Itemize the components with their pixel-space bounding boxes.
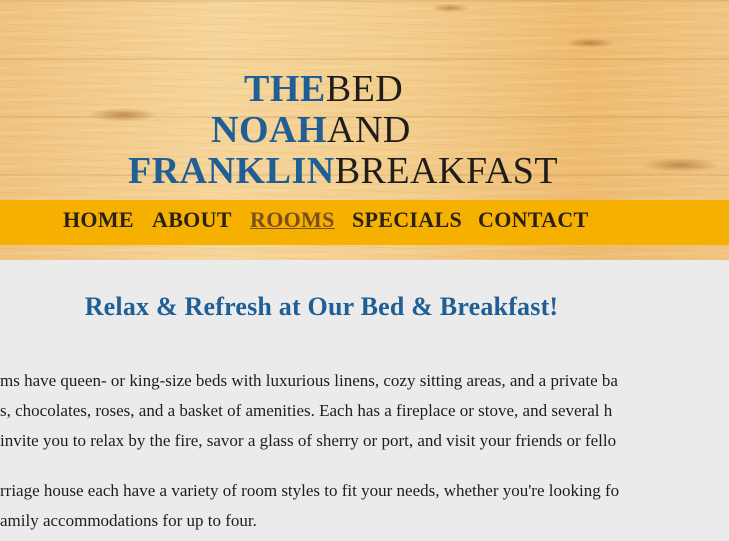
logo-word-bed: BED	[325, 68, 404, 110]
wood-knot-decoration	[565, 38, 615, 48]
site-logo[interactable]: THEBED NOAHAND FRANKLINBREAKFAST	[0, 70, 729, 190]
logo-word-and: AND	[327, 109, 411, 151]
main-nav-bar: HOME ABOUT ROOMS SPECIALS CONTACT	[0, 200, 729, 245]
nav-item-about[interactable]: ABOUT	[152, 206, 232, 234]
logo-word-breakfast: BREAKFAST	[334, 150, 559, 192]
logo-line-3: FRANKLINBREAKFAST	[128, 152, 558, 190]
nav-item-home[interactable]: HOME	[63, 206, 134, 234]
logo-line-2: NOAHAND	[211, 111, 411, 149]
nav-item-contact[interactable]: CONTACT	[478, 206, 588, 234]
logo-line-1: THEBED	[244, 70, 403, 108]
rooms-paragraph-1: ms have queen- or king-size beds with lu…	[0, 366, 729, 456]
paragraph-line: s, chocolates, roses, and a basket of am…	[0, 401, 613, 420]
rooms-paragraph-2: rriage house each have a variety of room…	[0, 476, 729, 536]
logo-word-the: THE	[244, 68, 326, 110]
paragraph-line: amily accommodations for up to four.	[0, 511, 257, 530]
nav-item-specials[interactable]: SPECIALS	[352, 206, 462, 234]
logo-word-noah: NOAH	[211, 109, 327, 151]
nav-item-rooms[interactable]: ROOMS	[250, 206, 335, 234]
paragraph-line: rriage house each have a variety of room…	[0, 481, 620, 500]
logo-word-franklin: FRANKLIN	[128, 150, 335, 192]
paragraph-line: ms have queen- or king-size beds with lu…	[0, 371, 618, 390]
wood-header-banner: THEBED NOAHAND FRANKLINBREAKFAST HOME AB…	[0, 0, 729, 260]
page-title: Relax & Refresh at Our Bed & Breakfast!	[84, 292, 559, 321]
wood-knot-decoration	[430, 4, 470, 12]
paragraph-line: invite you to relax by the fire, savor a…	[0, 431, 617, 450]
